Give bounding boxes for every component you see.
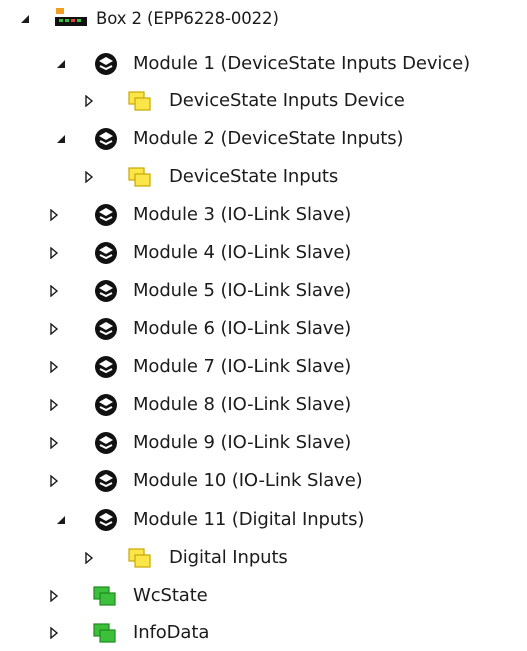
status-variables-icon	[92, 583, 118, 609]
tree-item-box-2[interactable]: Box 2 (EPP6228-0022)	[0, 1, 527, 37]
collapsed-arrow-icon[interactable]	[43, 425, 65, 461]
module-icon	[93, 468, 119, 494]
tree-item-module[interactable]: Module 3 (IO-Link Slave)	[0, 197, 527, 233]
tree-item-infodata[interactable]: InfoData	[0, 615, 527, 651]
expanded-arrow-icon[interactable]	[50, 121, 72, 157]
tree-item-module[interactable]: Module 11 (Digital Inputs)	[0, 502, 527, 538]
tree-item-label: Module 10 (IO-Link Slave)	[133, 470, 363, 491]
tree-item-wcstate[interactable]: WcState	[0, 578, 527, 614]
ethercat-box-icon	[54, 6, 88, 32]
tree-item-label: Digital Inputs	[169, 547, 288, 568]
expanded-arrow-icon[interactable]	[50, 502, 72, 538]
module-icon	[93, 316, 119, 342]
module-icon	[93, 126, 119, 152]
status-variables-icon	[92, 620, 118, 646]
collapsed-arrow-icon[interactable]	[43, 235, 65, 271]
tree-item-module[interactable]: Module 6 (IO-Link Slave)	[0, 311, 527, 347]
module-icon	[93, 392, 119, 418]
module-icon	[93, 240, 119, 266]
tree-item-label: Module 9 (IO-Link Slave)	[133, 432, 352, 453]
tree-item-label: DeviceState Inputs	[169, 166, 339, 187]
collapsed-arrow-icon[interactable]	[43, 197, 65, 233]
tree-item-variables[interactable]: DeviceState Inputs	[0, 159, 527, 195]
tree-item-module[interactable]: Module 1 (DeviceState Inputs Device)	[0, 46, 527, 82]
tree-item-module[interactable]: Module 2 (DeviceState Inputs)	[0, 121, 527, 157]
module-icon	[93, 430, 119, 456]
collapsed-arrow-icon[interactable]	[78, 83, 100, 119]
module-icon	[93, 278, 119, 304]
collapsed-arrow-icon[interactable]	[43, 349, 65, 385]
collapsed-arrow-icon[interactable]	[43, 311, 65, 347]
tree-item-variables[interactable]: DeviceState Inputs Device	[0, 83, 527, 119]
collapsed-arrow-icon[interactable]	[43, 615, 65, 651]
tree-item-label: Module 1 (DeviceState Inputs Device)	[133, 53, 470, 74]
tree-item-label: Module 6 (IO-Link Slave)	[133, 318, 352, 339]
module-icon	[93, 51, 119, 77]
tree-item-module[interactable]: Module 8 (IO-Link Slave)	[0, 387, 527, 423]
collapsed-arrow-icon[interactable]	[43, 273, 65, 309]
tree-item-module[interactable]: Module 9 (IO-Link Slave)	[0, 425, 527, 461]
tree-item-module[interactable]: Module 10 (IO-Link Slave)	[0, 463, 527, 499]
tree-item-module[interactable]: Module 5 (IO-Link Slave)	[0, 273, 527, 309]
tree-item-label: Module 11 (Digital Inputs)	[133, 509, 365, 530]
collapsed-arrow-icon[interactable]	[43, 463, 65, 499]
tree-item-label: Box 2 (EPP6228-0022)	[96, 9, 279, 28]
tree-item-module[interactable]: Module 7 (IO-Link Slave)	[0, 349, 527, 385]
input-variables-icon	[127, 545, 153, 571]
collapsed-arrow-icon[interactable]	[43, 578, 65, 614]
tree-item-label: InfoData	[133, 622, 210, 643]
collapsed-arrow-icon[interactable]	[43, 387, 65, 423]
module-icon	[93, 202, 119, 228]
input-variables-icon	[127, 88, 153, 114]
tree-item-variables[interactable]: Digital Inputs	[0, 540, 527, 576]
tree-item-label: Module 7 (IO-Link Slave)	[133, 356, 352, 377]
tree-item-module[interactable]: Module 4 (IO-Link Slave)	[0, 235, 527, 271]
tree-item-label: Module 2 (DeviceState Inputs)	[133, 128, 404, 149]
tree-item-label: Module 3 (IO-Link Slave)	[133, 204, 352, 225]
tree-item-label: DeviceState Inputs Device	[169, 90, 405, 111]
tree-item-label: WcState	[133, 585, 208, 606]
tree-item-label: Module 4 (IO-Link Slave)	[133, 242, 352, 263]
expanded-arrow-icon[interactable]	[50, 46, 72, 82]
collapsed-arrow-icon[interactable]	[78, 540, 100, 576]
module-icon	[93, 507, 119, 533]
input-variables-icon	[127, 164, 153, 190]
tree-item-label: Module 5 (IO-Link Slave)	[133, 280, 352, 301]
tree-item-label: Module 8 (IO-Link Slave)	[133, 394, 352, 415]
expanded-arrow-icon[interactable]	[14, 1, 36, 37]
collapsed-arrow-icon[interactable]	[78, 159, 100, 195]
module-icon	[93, 354, 119, 380]
solution-tree: Box 2 (EPP6228-0022) Module 1 (DeviceSta…	[0, 0, 527, 650]
